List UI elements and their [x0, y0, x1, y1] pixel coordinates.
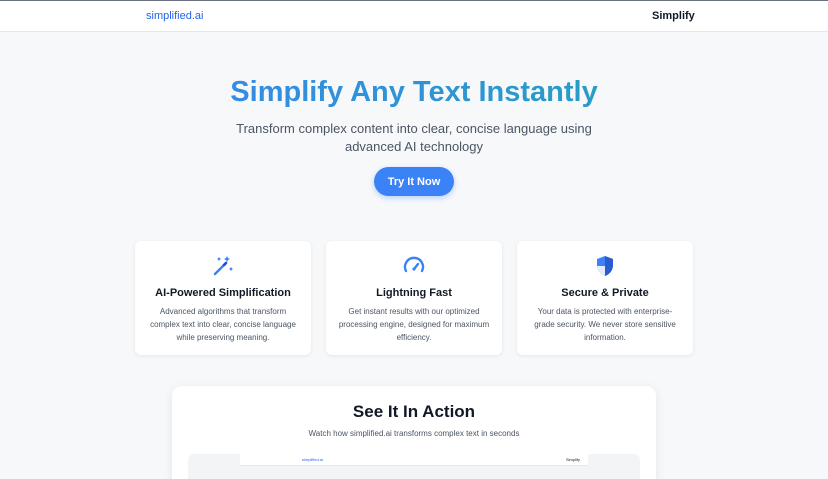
feature-card-lightning-fast: Lightning Fast Get instant results with …: [326, 241, 502, 355]
demo-subtitle: Watch how simplified.ai transforms compl…: [308, 429, 520, 438]
hero-title: Simplify Any Text Instantly: [0, 76, 828, 109]
hero-subtitle: Transform complex content into clear, co…: [236, 121, 592, 154]
feature-description: Advanced algorithms that transform compl…: [150, 307, 296, 342]
preview-brand: simplified.ai: [302, 457, 323, 462]
try-it-now-button[interactable]: Try It Now: [374, 167, 454, 196]
feature-title: Lightning Fast: [376, 287, 452, 299]
preview-navbar: simplified.ai Simplify: [240, 454, 588, 466]
feature-card-ai-simplification: AI-Powered Simplification Advanced algor…: [135, 241, 311, 355]
feature-title: AI-Powered Simplification: [155, 287, 291, 299]
feature-card-secure-private: Secure & Private Your data is protected …: [517, 241, 693, 355]
magic-wand-icon: [213, 256, 233, 276]
preview-nav-link: Simplify: [566, 457, 581, 462]
top-navbar: simplified.ai Simplify: [0, 0, 828, 32]
feature-description: Get instant results with our optimized p…: [338, 307, 490, 342]
nav-link-simplify[interactable]: Simplify: [652, 10, 695, 22]
speedometer-icon: [403, 256, 425, 273]
brand-logo-link[interactable]: simplified.ai: [146, 10, 203, 22]
shield-icon: [597, 256, 613, 276]
feature-title: Secure & Private: [561, 287, 649, 299]
demo-title: See It In Action: [352, 402, 476, 421]
feature-description: Your data is protected with enterprise-g…: [534, 307, 676, 342]
demo-preview-frame: simplified.ai Simplify: [188, 454, 640, 479]
demo-section: See It In Action Watch how simplified.ai…: [172, 386, 656, 479]
